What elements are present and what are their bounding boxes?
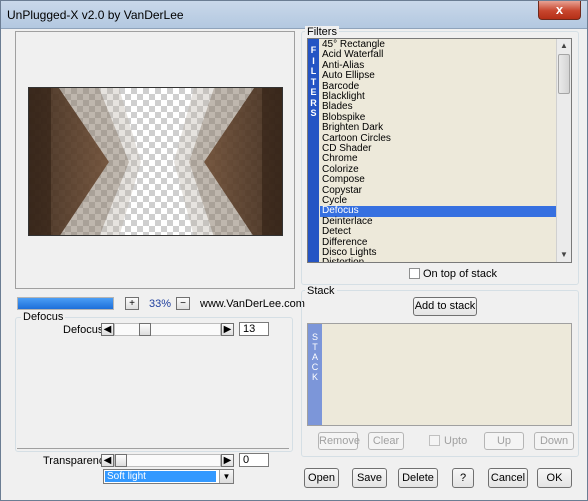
render-progress-fill bbox=[18, 298, 113, 309]
stack-strip: STACK bbox=[308, 324, 322, 425]
filter-list-item[interactable]: Deinterlace bbox=[320, 216, 558, 227]
defocus-slider-thumb[interactable] bbox=[139, 323, 151, 336]
filter-list-item[interactable]: Copystar bbox=[320, 185, 558, 196]
divider bbox=[17, 448, 289, 449]
strip-letter: R bbox=[310, 97, 317, 108]
stack-list[interactable]: STACK bbox=[307, 323, 572, 426]
close-icon: x bbox=[555, 2, 564, 17]
strip-letter: F bbox=[310, 45, 317, 55]
zoom-level: 33% bbox=[149, 298, 172, 310]
defocus-label: Defocus bbox=[63, 324, 104, 336]
transparency-decrease-button[interactable]: ◀ bbox=[101, 454, 114, 467]
scrollbar-thumb[interactable] bbox=[558, 54, 570, 94]
strip-letter: S bbox=[311, 332, 318, 342]
arrow-left-icon: ◀ bbox=[103, 455, 112, 466]
preview-image[interactable] bbox=[28, 87, 283, 236]
strip-letter: T bbox=[310, 76, 317, 87]
upto-label: Upto bbox=[444, 435, 468, 447]
scroll-down-icon[interactable]: ▼ bbox=[557, 248, 571, 262]
website-link[interactable]: www.VanDerLee.com bbox=[200, 298, 305, 310]
blend-mode-value: Soft light bbox=[105, 471, 216, 482]
zoom-in-button[interactable]: + bbox=[125, 297, 139, 310]
strip-letter: T bbox=[312, 342, 318, 352]
save-button[interactable]: Save bbox=[352, 468, 387, 488]
strip-letter: I bbox=[312, 55, 315, 66]
strip-letter: C bbox=[311, 362, 319, 372]
help-button[interactable]: ? bbox=[452, 468, 474, 488]
transparency-increase-button[interactable]: ▶ bbox=[221, 454, 234, 467]
minus-icon: − bbox=[180, 298, 186, 309]
clear-button[interactable]: Clear bbox=[368, 432, 404, 450]
filters-list[interactable]: FILTERS 45° Rectangle Acid Waterfall Anti-… bbox=[307, 38, 572, 263]
plus-icon: + bbox=[129, 298, 135, 309]
defocus-increase-button[interactable]: ▶ bbox=[221, 323, 234, 336]
on-top-checkbox[interactable] bbox=[409, 268, 420, 279]
filter-list-item[interactable]: Distortion bbox=[320, 257, 558, 262]
preview-artwork bbox=[29, 88, 282, 235]
cancel-button[interactable]: Cancel bbox=[488, 468, 528, 488]
transparency-slider-thumb[interactable] bbox=[115, 454, 127, 467]
title-bar: UnPlugged-X v2.0 by VanDerLee x bbox=[1, 1, 587, 29]
up-button[interactable]: Up bbox=[484, 432, 524, 450]
main-window: UnPlugged-X v2.0 by VanDerLee x + 33% − … bbox=[0, 0, 588, 501]
strip-letter: K bbox=[311, 372, 318, 382]
arrow-left-icon: ◀ bbox=[103, 324, 112, 335]
transparency-value-field[interactable]: 0 bbox=[239, 453, 269, 467]
ok-button[interactable]: OK bbox=[537, 468, 572, 488]
arrow-right-icon: ▶ bbox=[223, 455, 232, 466]
window-title: UnPlugged-X v2.0 by VanDerLee bbox=[7, 8, 184, 22]
on-top-label: On top of stack bbox=[423, 268, 497, 280]
render-progress-bar bbox=[17, 297, 114, 310]
add-to-stack-button[interactable]: Add to stack bbox=[413, 297, 477, 316]
stack-group-label: Stack bbox=[305, 285, 337, 297]
defocus-slider[interactable] bbox=[114, 323, 221, 336]
scroll-up-icon[interactable]: ▲ bbox=[557, 39, 571, 53]
params-group-label: Defocus bbox=[21, 311, 66, 323]
remove-button[interactable]: Remove bbox=[318, 432, 360, 450]
params-group bbox=[15, 317, 293, 452]
strip-letter: L bbox=[310, 66, 317, 76]
arrow-right-icon: ▶ bbox=[223, 324, 232, 335]
filters-strip: FILTERS bbox=[308, 39, 319, 262]
chevron-down-icon[interactable]: ▼ bbox=[219, 470, 233, 483]
down-button[interactable]: Down bbox=[534, 432, 574, 450]
upto-checkbox[interactable] bbox=[429, 435, 440, 446]
filters-scrollbar[interactable]: ▲ ▼ bbox=[556, 39, 571, 262]
blend-mode-select[interactable]: Soft light ▼ bbox=[103, 469, 234, 484]
strip-letter: S bbox=[310, 108, 317, 118]
delete-button[interactable]: Delete bbox=[398, 468, 438, 488]
filters-group-label: Filters bbox=[305, 26, 339, 38]
filter-list-item[interactable]: Blacklight bbox=[320, 91, 558, 102]
preview-panel bbox=[15, 31, 295, 289]
close-button[interactable]: x bbox=[538, 1, 581, 20]
strip-letter: A bbox=[311, 352, 318, 362]
transparency-slider[interactable] bbox=[114, 454, 221, 467]
defocus-decrease-button[interactable]: ◀ bbox=[101, 323, 114, 336]
transparency-label: Transparency bbox=[43, 455, 110, 467]
strip-letter: E bbox=[310, 87, 317, 97]
zoom-out-button[interactable]: − bbox=[176, 297, 190, 310]
defocus-value-field[interactable]: 13 bbox=[239, 322, 269, 336]
open-button[interactable]: Open bbox=[304, 468, 339, 488]
